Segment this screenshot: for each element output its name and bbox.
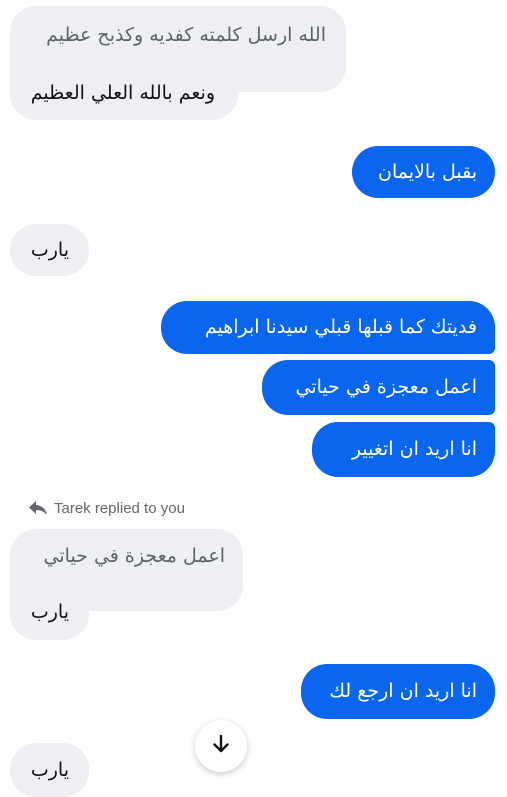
message-text: ونعم بالله العلي العظيم	[30, 82, 215, 104]
message-text: يارب	[30, 601, 69, 623]
outgoing-message-bubble[interactable]: فديتك كما قبلها قبلي سيدنا ابراهيم	[161, 301, 495, 354]
outgoing-message-bubble[interactable]: اعمل معجزة في حياتي	[262, 360, 495, 415]
message-text: الله ارسل كلمته كفديه وكذبح عظيم	[46, 24, 326, 46]
arrow-down-icon	[210, 733, 232, 759]
reply-indicator: Tarek replied to you	[28, 497, 185, 519]
outgoing-message-bubble[interactable]: بقبل بالايمان	[352, 146, 495, 198]
quoted-message-text: اعمل معجزة في حياتي	[43, 545, 225, 567]
incoming-message-bubble[interactable]: يارب	[10, 224, 89, 276]
reply-label-text: Tarek replied to you	[54, 499, 185, 517]
outgoing-message-bubble[interactable]: انا اريد ان ارجع لك	[301, 664, 495, 719]
scroll-to-bottom-button[interactable]	[195, 720, 247, 772]
reply-arrow-icon	[28, 500, 48, 516]
incoming-message-bubble[interactable]: يارب	[10, 743, 89, 797]
outgoing-message-bubble[interactable]: انا اريد ان اتغيير	[312, 422, 495, 477]
